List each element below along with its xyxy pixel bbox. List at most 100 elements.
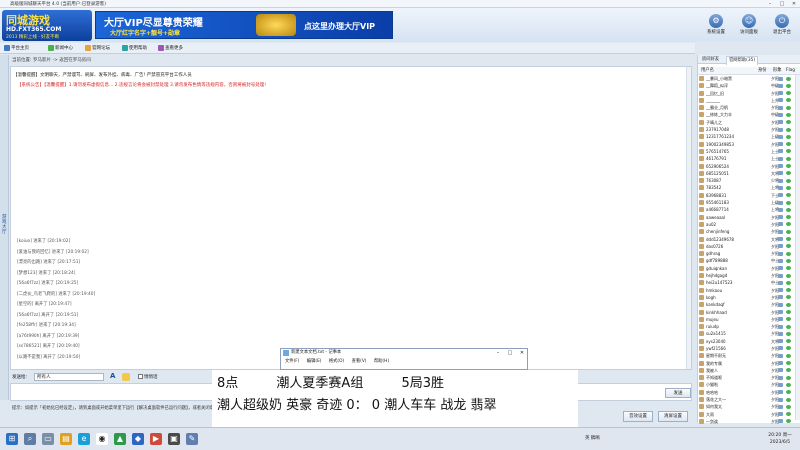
chat-scrollbar[interactable]: [686, 67, 691, 369]
user-row[interactable]: gdhrag 夕阳: [698, 250, 795, 257]
user-row[interactable]: ywf21566 夕阳: [698, 345, 795, 352]
toolbar-forum[interactable]: 官网论坛: [85, 44, 110, 53]
media-app-icon[interactable]: ▶: [150, 433, 162, 445]
user-row[interactable]: 我被人 夕阳: [698, 367, 795, 374]
user-row[interactable]: 一剑诶 夕阳: [698, 418, 795, 425]
notepad-menu-view[interactable]: 查看(V): [352, 359, 367, 364]
user-row[interactable]: su2a1415 夕阳: [698, 330, 795, 337]
user-row[interactable]: 83968831 下士: [698, 192, 795, 199]
notepad-menu-help[interactable]: 帮助(H): [374, 359, 389, 364]
user-row[interactable]: 不知道呢 夕阳: [698, 374, 795, 381]
browser-icon[interactable]: e: [78, 433, 90, 445]
site-logo[interactable]: 同城游戏 HD.FXT365.COM 2013 精彩上线 · 好友不断: [2, 10, 92, 41]
private-chat-checkbox[interactable]: 悄悄话: [138, 374, 158, 380]
chrome-icon[interactable]: ◉: [96, 433, 108, 445]
user-row[interactable]: 763087 少将: [698, 177, 795, 184]
user-row[interactable]: __回忆_旧 夕阳: [698, 90, 795, 97]
app-icon[interactable]: ▲: [114, 433, 126, 445]
header-role[interactable]: 身份: [758, 67, 767, 75]
user-name: kogh: [706, 294, 716, 300]
windows-start-icon[interactable]: ⊞: [6, 433, 18, 445]
sound-settings-button[interactable]: 音效设置: [623, 411, 653, 422]
user-row[interactable]: 46176791 上士: [698, 155, 795, 162]
user-row[interactable]: 子晴儿之 夕阳: [698, 119, 795, 126]
notepad-menu-format[interactable]: 格式(O): [329, 359, 344, 364]
user-row[interactable]: __修炼_大力丰 中级: [698, 111, 795, 118]
user-row[interactable]: das0726 夕阳: [698, 243, 795, 250]
user-row[interactable]: __暴风_小暗黑 夕阳: [698, 75, 795, 82]
vip-ad-banner[interactable]: 大厅VIP尽显尊贵荣耀 大厅红字名字+靓号+勋章 点这里办理大厅VIP: [95, 11, 393, 39]
user-row[interactable]: 小猫啦 夕阳: [698, 381, 795, 388]
send-button[interactable]: 发送: [665, 388, 691, 398]
toolbar-help[interactable]: 使用帮助: [122, 44, 147, 53]
user-row[interactable]: 955461183 上级: [698, 199, 795, 206]
font-icon[interactable]: A: [110, 372, 115, 380]
user-row[interactable]: 652906524 夕阳: [698, 163, 795, 170]
minimize-icon[interactable]: –: [765, 0, 775, 8]
close-icon[interactable]: ✕: [789, 0, 799, 8]
access-panel-button[interactable]: ☺ 访问面板: [736, 13, 762, 41]
header-flag[interactable]: Flag: [786, 67, 795, 75]
user-row[interactable]: __霸业_月帆 夕阳: [698, 104, 795, 111]
header-username[interactable]: 用户名: [701, 67, 714, 75]
user-row[interactable]: 我的专属 夕阳: [698, 360, 795, 367]
notepad-close-icon[interactable]: ✕: [517, 349, 527, 357]
system-settings-button[interactable]: ⚙ 系统设置: [703, 13, 729, 41]
user-row[interactable]: mujeu 夕阳: [698, 316, 795, 323]
user-row[interactable]: 哈哈哈 夕阳: [698, 389, 795, 396]
user-row[interactable]: gdf789888 中士: [698, 257, 795, 264]
chat-app-icon[interactable]: ◆: [132, 433, 144, 445]
notepad-menu-edit[interactable]: 编辑(E): [307, 359, 322, 364]
user-row[interactable]: ruiudp 夕阳: [698, 323, 795, 330]
user-row[interactable]: 大雨 夕阳: [698, 411, 795, 418]
task-view-icon[interactable]: ▭: [42, 433, 54, 445]
recipient-select[interactable]: 所有人: [34, 373, 104, 381]
user-row[interactable]: hei2u147523 中士: [698, 279, 795, 286]
user-row[interactable]: _______ 上升: [698, 97, 795, 104]
side-panel-toggle[interactable]: 游戏大厅: [0, 55, 9, 400]
user-row[interactable]: 685125051 大将: [698, 170, 795, 177]
user-row[interactable]: chenjinfeng 夕阳: [698, 228, 795, 235]
search-icon[interactable]: ⌕: [24, 433, 36, 445]
header-avatar[interactable]: 形象: [773, 67, 782, 75]
user-row[interactable]: kogh 夕阳: [698, 294, 795, 301]
terminal-icon[interactable]: ▣: [168, 433, 180, 445]
user-row[interactable]: 星期不耐无 夕阳: [698, 352, 795, 359]
user-row[interactable]: gduiqnkan 夕阳: [698, 265, 795, 272]
user-row[interactable]: xys23040 大将: [698, 338, 795, 345]
notepad-taskbar-icon[interactable]: ✎: [186, 433, 198, 445]
clear-screen-button[interactable]: 清屏设置: [658, 411, 688, 422]
user-row[interactable]: 12317761234 上级: [698, 133, 795, 140]
toolbar-news[interactable]: 新闻中心: [48, 44, 73, 53]
user-row[interactable]: 783542 上将: [698, 184, 795, 191]
tab-room-friends[interactable]: 房间好友: [700, 56, 721, 64]
checkbox-box[interactable]: [138, 374, 143, 379]
user-row[interactable]: kinkhhaad 夕阳: [698, 309, 795, 316]
user-row[interactable]: au02 夕阳: [698, 221, 795, 228]
exit-platform-button[interactable]: ⏻ 退出平台: [769, 13, 795, 41]
toolbar-more[interactable]: 查看更多: [158, 44, 183, 53]
user-row[interactable]: 576514765 上士: [698, 148, 795, 155]
user-row[interactable]: a46687714 上将: [698, 206, 795, 213]
file-explorer-icon[interactable]: ▤: [60, 433, 72, 445]
toolbar-home[interactable]: 平台主页: [4, 44, 29, 53]
user-row[interactable]: ddd12349678 大将: [698, 236, 795, 243]
notepad-window[interactable]: 新建文本文档.txt - 记事本 – □ ✕ 文件(F) 编辑(E) 格式(O)…: [280, 348, 528, 370]
user-row[interactable]: 落花之大一 夕阳: [698, 396, 795, 403]
user-list-scrollbar[interactable]: [795, 75, 800, 420]
user-row[interactable]: __舞蹈_似浮 中级: [698, 82, 795, 89]
user-row[interactable]: hejhdgagd 夕阳: [698, 272, 795, 279]
system-clock[interactable]: 20:20 周一 2023/6/5: [764, 432, 796, 446]
user-row[interactable]: 237917048 夕阳: [698, 126, 795, 133]
tab-official-help[interactable]: 官网帮助(35): [726, 56, 759, 65]
emoji-icon[interactable]: [122, 373, 130, 381]
user-row[interactable]: 如何我太 夕阳: [698, 403, 795, 410]
notepad-minimize-icon[interactable]: –: [493, 349, 503, 357]
user-row[interactable]: hmkaou 夕阳: [698, 287, 795, 294]
notepad-maximize-icon[interactable]: □: [505, 349, 515, 357]
notepad-menu-file[interactable]: 文件(F): [285, 359, 299, 364]
user-row[interactable]: aaweaaal 夕阳: [698, 214, 795, 221]
maximize-icon[interactable]: □: [777, 0, 787, 8]
user-row[interactable]: 19002349853 夕阳: [698, 141, 795, 148]
user-row[interactable]: kankdaqf 夕阳: [698, 301, 795, 308]
